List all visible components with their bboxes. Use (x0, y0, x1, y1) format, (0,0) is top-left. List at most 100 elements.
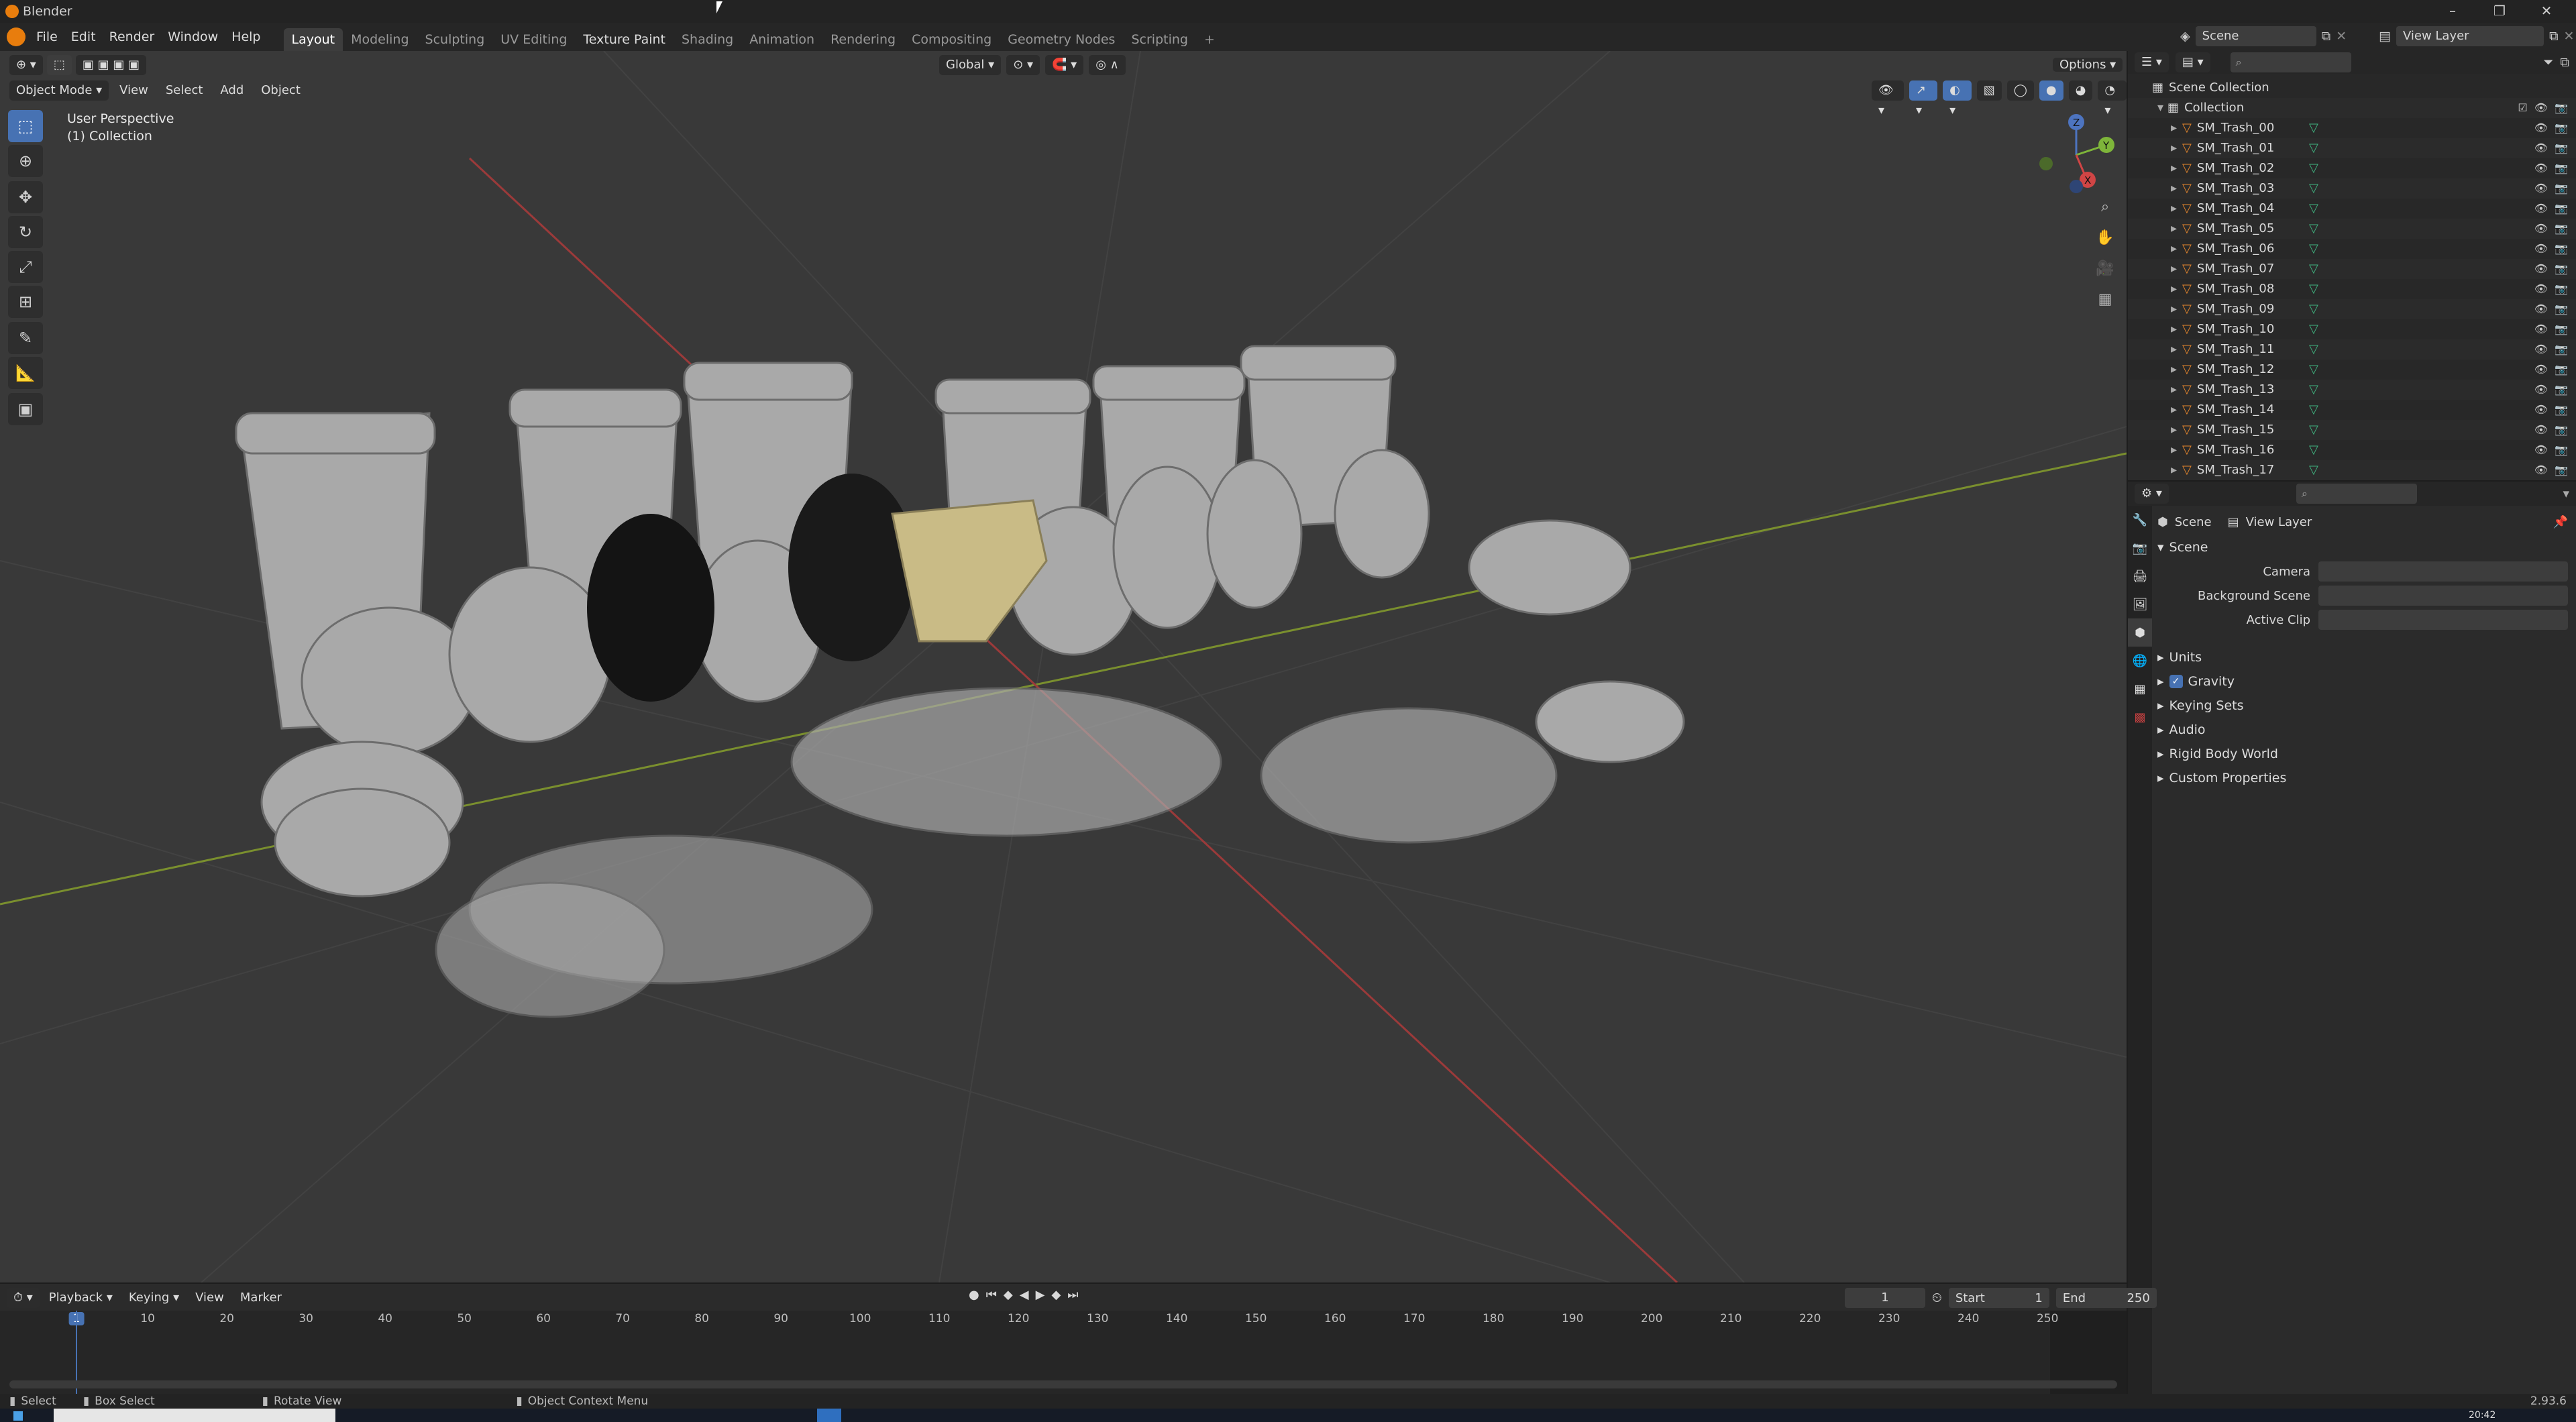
editor-type-button[interactable]: ⊕ ▾ (9, 55, 43, 75)
camera-icon[interactable]: 📷 (2555, 158, 2568, 178)
outliner-object-row[interactable]: ▸ ▽ SM_Trash_01 ▽ 👁 📷 (2128, 138, 2576, 158)
tab-animation[interactable]: Animation (741, 28, 822, 51)
outliner-object-row[interactable]: ▸ ▽ SM_Trash_03 ▽ 👁 📷 (2128, 178, 2576, 199)
menu-help[interactable]: Help (225, 26, 267, 48)
transform-tool-icon[interactable]: ⊞ (8, 286, 43, 318)
overlay-toggle[interactable]: ◐ ▾ (1943, 80, 1972, 117)
options-dropdown[interactable]: Options ▾ (2053, 58, 2123, 72)
scene-field[interactable]: Scene (2195, 26, 2316, 46)
scene-tab-icon[interactable]: ⬢ (2128, 618, 2152, 647)
new-scene-icon[interactable]: ⧉ (2322, 29, 2331, 44)
eye-icon[interactable]: 👁 (2534, 98, 2548, 118)
eye-icon[interactable]: 👁 (2534, 420, 2548, 440)
select-mode-button[interactable]: ⬚ (46, 55, 72, 75)
eye-icon[interactable]: 👁 (2534, 239, 2548, 259)
tab-compositing[interactable]: Compositing (904, 28, 1000, 51)
eye-icon[interactable]: 👁 (2534, 178, 2548, 199)
properties-search-input[interactable]: ⌕ (2296, 484, 2417, 504)
move-tool-icon[interactable]: ✥ (8, 181, 43, 213)
mesh-data-icon[interactable]: ▽ (2309, 299, 2318, 319)
background-scene-field[interactable] (2318, 586, 2568, 606)
mesh-data-icon[interactable]: ▽ (2309, 319, 2318, 339)
camera-icon[interactable]: 📷 (2555, 219, 2568, 239)
proportional-edit-toggle[interactable]: ◎ ∧ (1089, 55, 1126, 75)
expand-chevron-icon[interactable]: ▸ (2171, 199, 2177, 219)
collection-tab-icon[interactable]: ▦ (2128, 675, 2152, 703)
mesh-data-icon[interactable]: ▽ (2309, 339, 2318, 360)
world-tab-icon[interactable]: 🌐 (2128, 647, 2152, 675)
mesh-data-icon[interactable]: ▽ (2309, 460, 2318, 480)
camera-icon[interactable]: 📷 (2555, 319, 2568, 339)
camera-icon[interactable]: 📷 (2555, 380, 2568, 400)
camera-icon[interactable]: 📷 (2555, 178, 2568, 199)
keying-sets-panel[interactable]: ▸ Keying Sets (2157, 694, 2568, 718)
tab-sculpting[interactable]: Sculpting (417, 28, 493, 51)
rotate-tool-icon[interactable]: ↻ (8, 216, 43, 248)
tab-geometry-nodes[interactable]: Geometry Nodes (1000, 28, 1123, 51)
camera-icon[interactable]: 📷 (2555, 360, 2568, 380)
eye-icon[interactable]: 👁 (2534, 199, 2548, 219)
select-box-tool-icon[interactable]: ⬚ (8, 110, 43, 142)
eye-icon[interactable]: 👁 (2534, 460, 2548, 480)
mesh-data-icon[interactable]: ▽ (2309, 360, 2318, 380)
expand-chevron-icon[interactable]: ▸ (2171, 440, 2177, 460)
expand-chevron-icon[interactable]: ▸ (2171, 400, 2177, 420)
add-cube-tool-icon[interactable]: ▣ (8, 393, 43, 425)
timeline-area[interactable]: 1102030405060708090100110120130140150160… (0, 1311, 2127, 1394)
pivot-point-dropdown[interactable]: ⊙ ▾ (1006, 55, 1040, 75)
viewport-menu-view[interactable]: View (113, 80, 155, 101)
minimize-icon[interactable]: – (2439, 3, 2466, 20)
eye-icon[interactable]: 👁 (2534, 319, 2548, 339)
outliner-object-row[interactable]: ▸ ▽ SM_Trash_04 ▽ 👁 📷 (2128, 199, 2576, 219)
texture-tab-icon[interactable]: ▩ (2128, 703, 2152, 731)
transform-orientation-dropdown[interactable]: Global ▾ (939, 55, 1002, 75)
camera-icon[interactable]: 📷 (2555, 138, 2568, 158)
outliner-object-row[interactable]: ▸ ▽ SM_Trash_02 ▽ 👁 📷 (2128, 158, 2576, 178)
add-workspace-button[interactable]: + (1196, 28, 1223, 51)
custom-properties-panel[interactable]: ▸ Custom Properties (2157, 766, 2568, 790)
mesh-data-icon[interactable]: ▽ (2309, 400, 2318, 420)
camera-field[interactable] (2318, 561, 2568, 582)
outliner-object-row[interactable]: ▸ ▽ SM_Trash_09 ▽ 👁 📷 (2128, 299, 2576, 319)
menu-file[interactable]: File (30, 26, 64, 48)
eye-icon[interactable]: 👁 (2534, 339, 2548, 360)
view-layer-tab-icon[interactable]: 🖼 (2128, 590, 2152, 618)
expand-chevron-icon[interactable]: ▸ (2171, 178, 2177, 199)
menu-window[interactable]: Window (161, 26, 225, 48)
pan-hand-icon[interactable]: ✋ (2092, 224, 2118, 251)
timeline-scrollbar[interactable] (9, 1380, 2117, 1388)
cursor-tool-icon[interactable]: ⊕ (8, 145, 43, 177)
audio-panel[interactable]: ▸ Audio (2157, 718, 2568, 742)
camera-icon[interactable]: 📷 (2555, 400, 2568, 420)
eye-icon[interactable]: 👁 (2534, 158, 2548, 178)
pin-icon[interactable]: 📌 (2553, 515, 2568, 529)
units-panel[interactable]: ▸ Units (2157, 645, 2568, 669)
outliner-search-input[interactable]: ⌕ (2230, 52, 2351, 72)
camera-icon[interactable]: 📷 (2555, 239, 2568, 259)
expand-chevron-icon[interactable]: ▸ (2171, 420, 2177, 440)
blender-menu-icon[interactable] (7, 28, 25, 46)
tab-scripting[interactable]: Scripting (1123, 28, 1196, 51)
annotate-tool-icon[interactable]: ✎ (8, 322, 43, 354)
mesh-data-icon[interactable]: ▽ (2309, 178, 2318, 199)
measure-tool-icon[interactable]: 📐 (8, 357, 43, 389)
eye-icon[interactable]: 👁 (2534, 138, 2548, 158)
filter-icon[interactable]: ⏷ (2543, 55, 2553, 70)
output-tab-icon[interactable]: 🖨 (2128, 562, 2152, 590)
mesh-data-icon[interactable]: ▽ (2309, 199, 2318, 219)
start-icon[interactable] (13, 1411, 23, 1421)
xray-toggle[interactable]: ▧ (1976, 80, 2002, 101)
mesh-data-icon[interactable]: ▽ (2309, 118, 2318, 138)
scene-collection-row[interactable]: ▦ Scene Collection (2128, 78, 2576, 98)
outliner-editor-type-button[interactable]: ☰ ▾ (2135, 52, 2169, 72)
camera-icon[interactable]: 📷 (2555, 279, 2568, 299)
expand-chevron-icon[interactable]: ▸ (2171, 460, 2177, 480)
properties-editor-type-button[interactable]: ⚙ ▾ (2135, 484, 2169, 504)
zoom-icon[interactable]: ⌕ (2092, 193, 2118, 220)
outliner-object-row[interactable]: ▸ ▽ SM_Trash_15 ▽ 👁 📷 (2128, 420, 2576, 440)
properties-options-icon[interactable]: ▾ (2563, 486, 2569, 501)
scale-tool-icon[interactable]: ⤢ (8, 251, 43, 283)
viewport-3d[interactable]: ⊕ ▾ ⬚ ▣ ▣ ▣ ▣ Global ▾ ⊙ ▾ 🧲 ▾ ◎ ∧ Optio… (0, 51, 2127, 1282)
expand-chevron-icon[interactable]: ▸ (2171, 138, 2177, 158)
eye-icon[interactable]: 👁 (2534, 259, 2548, 279)
